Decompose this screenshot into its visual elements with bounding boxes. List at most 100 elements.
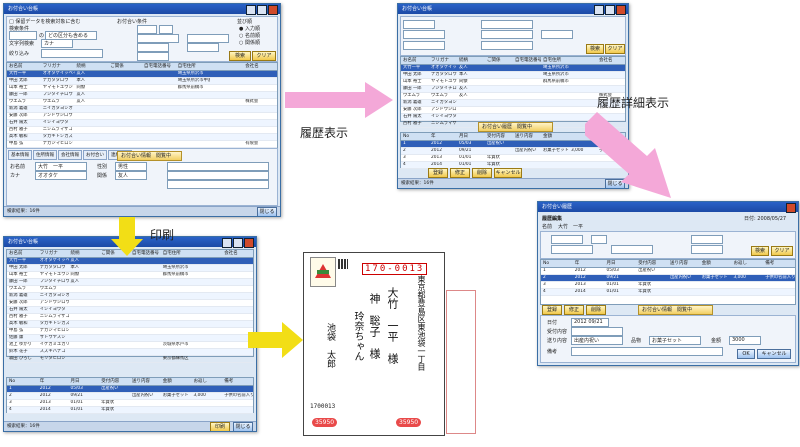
- edit-button[interactable]: 修正: [564, 305, 584, 315]
- column-header[interactable]: 自宅住所: [161, 250, 192, 257]
- table-row[interactable]: 中島 弘 ナカジマヒロシ: [7, 328, 253, 335]
- column-header[interactable]: No: [7, 378, 38, 385]
- column-header[interactable]: 受付内容: [636, 260, 668, 267]
- table-row[interactable]: 2 2012 09/21 出産内祝い お菓子セット 3,000 子供の名前入り: [7, 393, 253, 400]
- column-header[interactable]: 続柄: [75, 63, 109, 70]
- char-search-select[interactable]: カナ: [41, 39, 73, 48]
- table-row[interactable]: 高木 敏和 タカギトシカズ: [7, 134, 277, 141]
- column-header[interactable]: フリガナ: [429, 57, 457, 64]
- search-field-select[interactable]: [403, 20, 435, 29]
- note-field[interactable]: [571, 347, 723, 356]
- year-input[interactable]: [551, 235, 583, 244]
- receive-select[interactable]: [481, 30, 533, 39]
- table-row[interactable]: 安藤 次郎 アンドウジロウ: [7, 113, 277, 120]
- sort-option-radio[interactable]: ○ 関係順: [239, 39, 260, 46]
- delete-button[interactable]: 削除: [472, 168, 492, 178]
- column-header[interactable]: お名前: [401, 57, 429, 64]
- table-row[interactable]: 中田 太郎 ナカタタロウ 本人 埼玉県所沢市: [7, 265, 253, 272]
- register-button[interactable]: 登録: [428, 168, 448, 178]
- column-header[interactable]: お名前: [7, 63, 41, 70]
- table-row[interactable]: 3 2013 01/01 年賀状: [541, 282, 795, 289]
- amount-input[interactable]: [187, 43, 219, 52]
- table-row[interactable]: 鈴木 花子 スズキハナコ: [7, 349, 253, 356]
- table-row[interactable]: 石井 陽太 イシイヨウタ: [7, 307, 253, 314]
- column-header[interactable]: 送り内容: [130, 378, 161, 385]
- maximize-button[interactable]: [257, 5, 267, 15]
- table-row[interactable]: ウエムラ ウエムラ 友人 株式会: [401, 93, 625, 100]
- column-header[interactable]: 備考: [222, 378, 253, 385]
- table-row[interactable]: 山本 裕士 ヤマモトユウジ同僚 群馬県前橋市: [7, 85, 277, 92]
- month-input[interactable]: [591, 235, 607, 244]
- column-header[interactable]: 受付内容: [485, 133, 513, 140]
- table-row[interactable]: 4 2014 01/01 年賀状: [7, 407, 253, 414]
- table-row[interactable]: 西村 雅子 ニシムラマサコ: [7, 127, 277, 134]
- tab-お付合い[interactable]: お付合い: [83, 150, 107, 160]
- send-select[interactable]: [187, 34, 229, 43]
- table-row[interactable]: 藤田 一郎 フジタイチロウ友人: [401, 86, 625, 93]
- send-select[interactable]: [611, 245, 653, 254]
- filter-input[interactable]: [403, 41, 445, 50]
- phone-input[interactable]: [167, 171, 269, 180]
- table-row[interactable]: 大竹一平 オオタケイッペイ友人: [7, 258, 253, 265]
- column-header[interactable]: 月日: [605, 260, 637, 267]
- table-row[interactable]: 4 2014 01/01 年賀状: [541, 289, 795, 296]
- table-row[interactable]: 新潟 義雄 ニイガタヨシオ: [7, 106, 277, 113]
- search-value-select[interactable]: [403, 30, 445, 39]
- return-input[interactable]: [691, 245, 723, 254]
- note-input[interactable]: [137, 52, 169, 61]
- search-field-select[interactable]: [9, 31, 37, 40]
- table-row[interactable]: 2 2012 09/21 出産内祝い お菓子セット 3,000 子供の名前入り: [541, 275, 795, 282]
- table-row[interactable]: 藤田 一郎 フジタイチロウ友人: [7, 92, 277, 99]
- search-button[interactable]: 検索: [586, 44, 604, 54]
- column-header[interactable]: No: [401, 133, 429, 140]
- column-header[interactable]: No: [541, 260, 573, 267]
- column-header[interactable]: お返し: [732, 260, 764, 267]
- column-header[interactable]: 自宅住所: [176, 63, 210, 70]
- column-header[interactable]: 送り内容: [513, 133, 541, 140]
- column-header[interactable]: 続柄: [457, 57, 485, 64]
- month-from-input[interactable]: [159, 25, 173, 34]
- column-header[interactable]: 金額: [700, 260, 732, 267]
- year-input[interactable]: [481, 20, 533, 29]
- column-header[interactable]: [210, 63, 244, 70]
- tab-住所情報[interactable]: 住所情報: [33, 150, 57, 160]
- address-input[interactable]: [167, 162, 269, 171]
- send-select[interactable]: [481, 41, 533, 50]
- memo-input[interactable]: [167, 180, 269, 189]
- column-header[interactable]: 年: [38, 378, 69, 385]
- table-row[interactable]: 藤田 一郎 フジタイチロウ友人: [7, 279, 253, 286]
- year-from-input[interactable]: [137, 25, 157, 34]
- column-header[interactable]: 金額: [541, 133, 569, 140]
- close-button[interactable]: [786, 203, 796, 213]
- receive-select[interactable]: [551, 245, 593, 254]
- amount-input[interactable]: [541, 30, 573, 39]
- table-row[interactable]: 高木 敏和 タカギトシカズ: [7, 321, 253, 328]
- print-button[interactable]: 印刷: [210, 422, 230, 431]
- column-header[interactable]: 金額: [161, 378, 192, 385]
- close-window-button[interactable]: 閉じる: [233, 422, 253, 431]
- sort-option-radio[interactable]: ● 入力順: [239, 25, 260, 32]
- column-header[interactable]: 自宅住所: [541, 57, 569, 64]
- table-row[interactable]: 中島 弘 ナカジマヒロシ 有限会: [7, 141, 277, 148]
- table-row[interactable]: 中田 太郎 ナカタタロウ本人 埼玉県所沢市中富1-43-xx: [401, 72, 625, 79]
- table-row[interactable]: 1 2012 05/03 出産祝い: [7, 386, 253, 393]
- column-header[interactable]: 年: [573, 260, 605, 267]
- cancel-button[interactable]: キャンセル: [494, 168, 522, 178]
- column-header[interactable]: 自宅電話番号: [142, 63, 176, 70]
- column-header[interactable]: 続柄: [69, 250, 100, 257]
- sort-option-radio[interactable]: ○ 名前順: [239, 32, 260, 39]
- ok-button[interactable]: OK: [737, 349, 755, 359]
- close-button[interactable]: [268, 5, 278, 15]
- amount-input[interactable]: [691, 235, 723, 244]
- close-button[interactable]: [244, 238, 254, 248]
- search-button[interactable]: 検索: [751, 246, 769, 256]
- close-window-button[interactable]: 閉じる: [257, 207, 277, 216]
- minimize-button[interactable]: [246, 5, 256, 15]
- clear-button[interactable]: クリア: [252, 51, 276, 61]
- search-button[interactable]: 検索: [229, 51, 251, 61]
- column-header[interactable]: 会社名: [597, 57, 625, 64]
- column-header[interactable]: 月日: [69, 378, 100, 385]
- table-row[interactable]: 大竹一平 オオタケイッペイ友人 埼玉県所沢市: [7, 71, 277, 78]
- column-header[interactable]: [569, 57, 597, 64]
- close-button[interactable]: [616, 5, 626, 15]
